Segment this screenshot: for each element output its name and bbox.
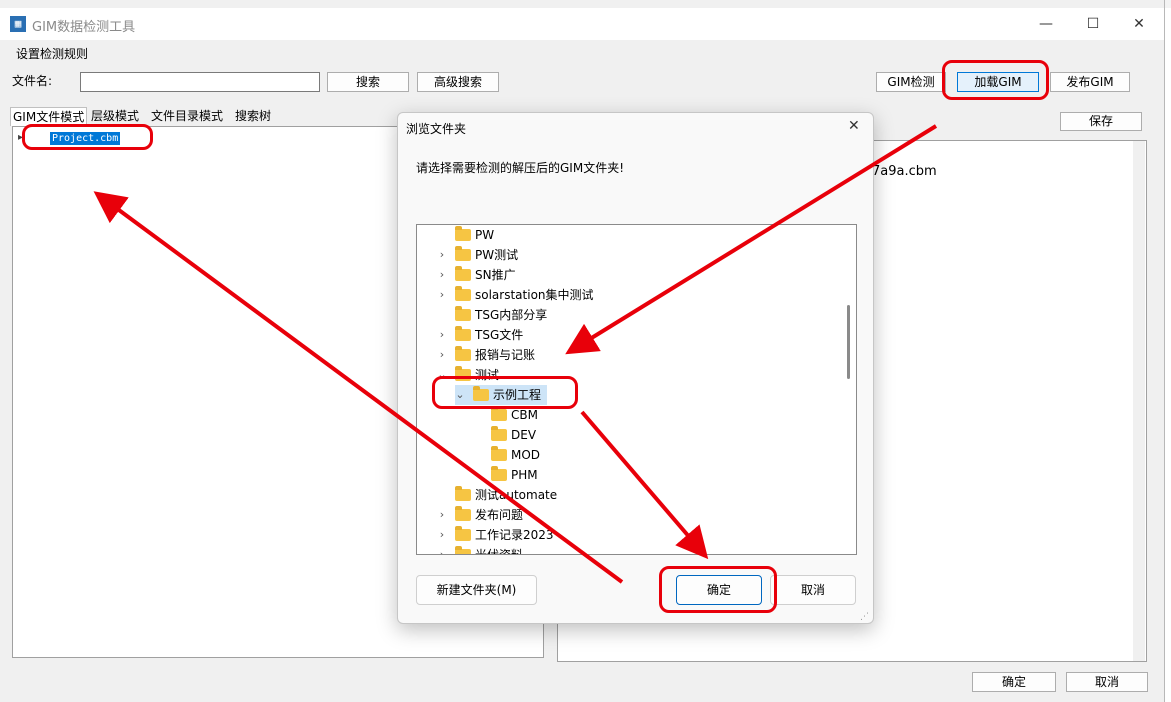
arrow-ok-to-project — [93, 191, 624, 584]
arrow-folder-to-ok — [580, 410, 709, 560]
arrow-load-to-folder — [565, 124, 938, 355]
annotation-arrows — [93, 124, 938, 584]
